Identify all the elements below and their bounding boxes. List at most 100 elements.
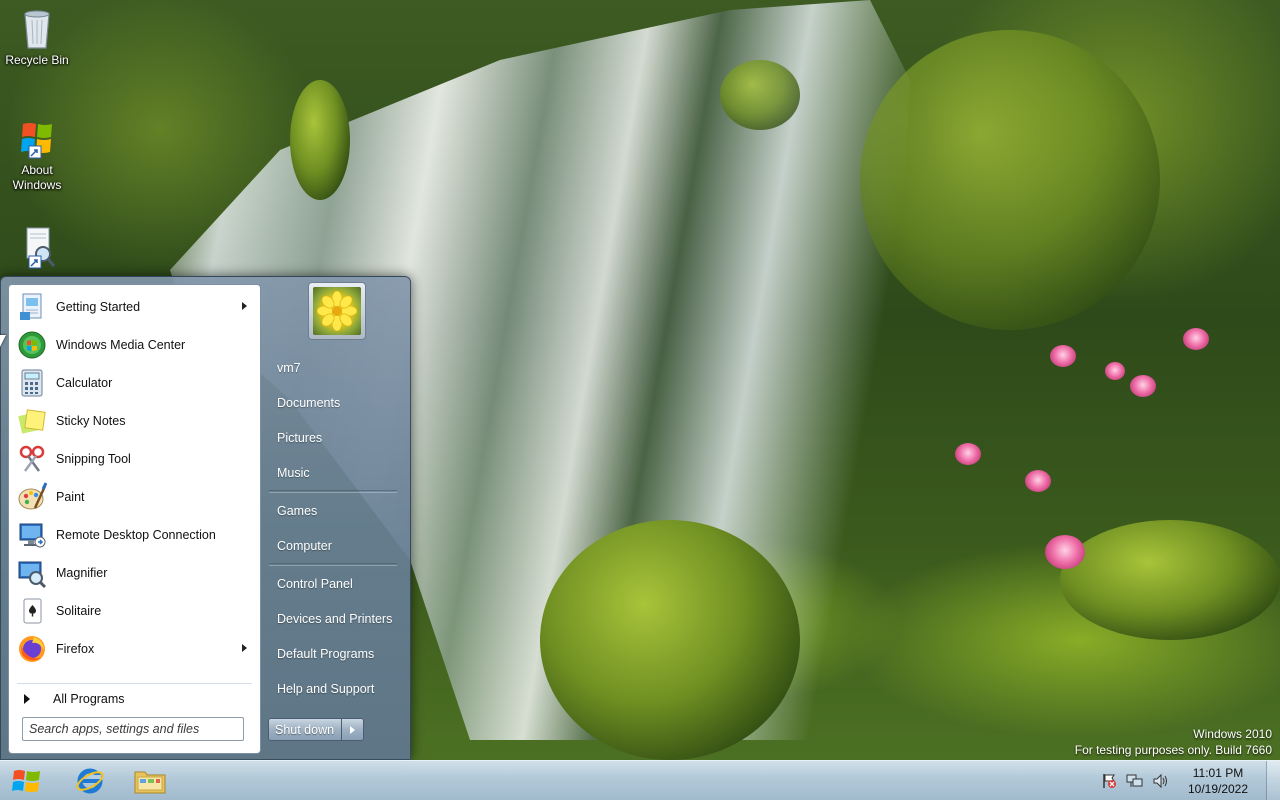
program-snipping-tool[interactable]: Snipping Tool xyxy=(12,440,257,478)
flower xyxy=(1045,535,1085,569)
program-paint[interactable]: Paint xyxy=(12,478,257,516)
place-pictures[interactable]: Pictures xyxy=(263,420,403,455)
place-help-and-support[interactable]: Help and Support xyxy=(263,671,403,706)
moss-rock xyxy=(860,30,1160,330)
place-computer[interactable]: Computer xyxy=(263,528,403,563)
start-menu-places: vm7 Documents Pictures Music Games Compu… xyxy=(263,350,403,706)
internet-explorer-icon xyxy=(76,768,104,794)
solitaire-icon xyxy=(16,595,48,627)
moss-rock xyxy=(1060,520,1280,640)
program-windows-media-center[interactable]: Windows Media Center xyxy=(12,326,257,364)
pinned-programs-list: Getting Started Windows Media Center Cal… xyxy=(12,288,257,668)
action-center-flag-icon[interactable] xyxy=(1099,771,1119,791)
program-remote-desktop-connection[interactable]: Remote Desktop Connection xyxy=(12,516,257,554)
program-label: Windows Media Center xyxy=(56,338,186,352)
place-music[interactable]: Music xyxy=(263,455,403,490)
windows-flag-icon xyxy=(21,123,52,159)
sticky-notes-icon xyxy=(16,405,48,437)
watermark-line-1: Windows 2010 xyxy=(1193,727,1272,741)
volume-icon[interactable] xyxy=(1151,771,1171,791)
mouse-cursor xyxy=(0,335,6,347)
place-label: Help and Support xyxy=(277,681,375,696)
firefox-icon xyxy=(16,633,48,665)
folder-icon xyxy=(134,771,166,794)
flower xyxy=(1183,328,1209,350)
desktop-icon-label: Recycle Bin xyxy=(5,53,69,67)
place-control-panel[interactable]: Control Panel xyxy=(263,566,403,601)
place-games[interactable]: Games xyxy=(263,493,403,528)
media-center-icon xyxy=(16,329,48,361)
start-menu-programs-pane: Getting Started Windows Media Center Cal… xyxy=(8,284,261,754)
place-label: Documents xyxy=(277,395,341,410)
all-programs-label: All Programs xyxy=(53,692,125,706)
program-label: Snipping Tool xyxy=(56,452,131,466)
system-tray: 11:01 PM 10/19/2022 xyxy=(1096,761,1280,800)
program-label: Sticky Notes xyxy=(56,414,126,428)
place-documents[interactable]: Documents xyxy=(263,385,403,420)
program-sticky-notes[interactable]: Sticky Notes xyxy=(12,402,257,440)
getting-started-icon xyxy=(16,291,48,323)
place-default-programs[interactable]: Default Programs xyxy=(263,636,403,671)
user-account-picture[interactable] xyxy=(308,282,366,340)
moss-rock xyxy=(540,520,800,760)
clock-date: 10/19/2022 xyxy=(1187,782,1249,796)
program-magnifier[interactable]: Magnifier xyxy=(12,554,257,592)
magnifier-icon xyxy=(16,557,48,589)
program-label: Firefox xyxy=(56,642,95,656)
start-search-input[interactable] xyxy=(22,717,244,741)
taskbar: 11:01 PM 10/19/2022 xyxy=(0,760,1280,800)
snipping-tool-icon xyxy=(16,443,48,475)
program-getting-started[interactable]: Getting Started xyxy=(12,288,257,326)
flower xyxy=(1050,345,1076,367)
program-label: Remote Desktop Connection xyxy=(56,528,216,542)
shutdown-button[interactable]: Shut down xyxy=(269,719,341,740)
submenu-arrow-icon[interactable] xyxy=(242,302,247,310)
program-label: Paint xyxy=(56,490,85,504)
all-programs-button[interactable]: All Programs xyxy=(12,687,257,711)
paint-icon xyxy=(16,481,48,513)
programs-separator xyxy=(17,683,252,684)
desktop-icon-label: About Windows xyxy=(12,163,62,192)
taskbar-clock[interactable]: 11:01 PM 10/19/2022 xyxy=(1178,765,1258,797)
moss-rock xyxy=(290,80,350,200)
place-user-folder[interactable]: vm7 xyxy=(263,350,403,385)
place-label: Default Programs xyxy=(277,646,375,661)
desktop-icon-about-windows[interactable]: About Windows xyxy=(1,116,73,193)
start-menu: Getting Started Windows Media Center Cal… xyxy=(0,276,411,760)
flower xyxy=(955,443,981,465)
flower xyxy=(1025,470,1051,492)
flower-avatar-icon xyxy=(317,291,357,331)
shutdown-options-button[interactable] xyxy=(341,719,363,740)
program-calculator[interactable]: Calculator xyxy=(12,364,257,402)
expand-triangle-icon xyxy=(24,694,30,704)
desktop-icon-magnifier-document[interactable] xyxy=(1,226,73,273)
place-label: Music xyxy=(277,465,310,480)
user-avatar xyxy=(313,287,361,335)
recycle-bin-icon xyxy=(24,10,50,49)
flower xyxy=(1130,375,1156,397)
desktop-icon-recycle-bin[interactable]: Recycle Bin xyxy=(1,6,73,68)
program-firefox[interactable]: Firefox xyxy=(12,630,257,668)
network-icon[interactable] xyxy=(1125,771,1145,791)
program-label: Calculator xyxy=(56,376,113,390)
place-label: Devices and Printers xyxy=(277,611,393,626)
place-devices-and-printers[interactable]: Devices and Printers xyxy=(263,601,403,636)
place-label: Computer xyxy=(277,538,332,553)
start-button[interactable] xyxy=(4,762,50,800)
program-solitaire[interactable]: Solitaire xyxy=(12,592,257,630)
place-label: Control Panel xyxy=(277,576,353,591)
shutdown-control: Shut down xyxy=(268,718,364,741)
place-label: Games xyxy=(277,503,318,518)
place-label: vm7 xyxy=(277,360,301,375)
show-desktop-button[interactable] xyxy=(1266,761,1280,800)
taskbar-internet-explorer[interactable] xyxy=(62,762,118,800)
place-label: Pictures xyxy=(277,430,323,445)
program-label: Magnifier xyxy=(56,566,108,580)
flower xyxy=(1105,362,1125,380)
taskbar-windows-explorer[interactable] xyxy=(122,762,178,800)
watermark-line-2: For testing purposes only. Build 7660 xyxy=(1074,743,1272,757)
magnifier-document-icon xyxy=(26,227,56,269)
submenu-arrow-icon[interactable] xyxy=(242,644,247,652)
program-label: Solitaire xyxy=(56,604,102,618)
program-label: Getting Started xyxy=(56,300,141,314)
